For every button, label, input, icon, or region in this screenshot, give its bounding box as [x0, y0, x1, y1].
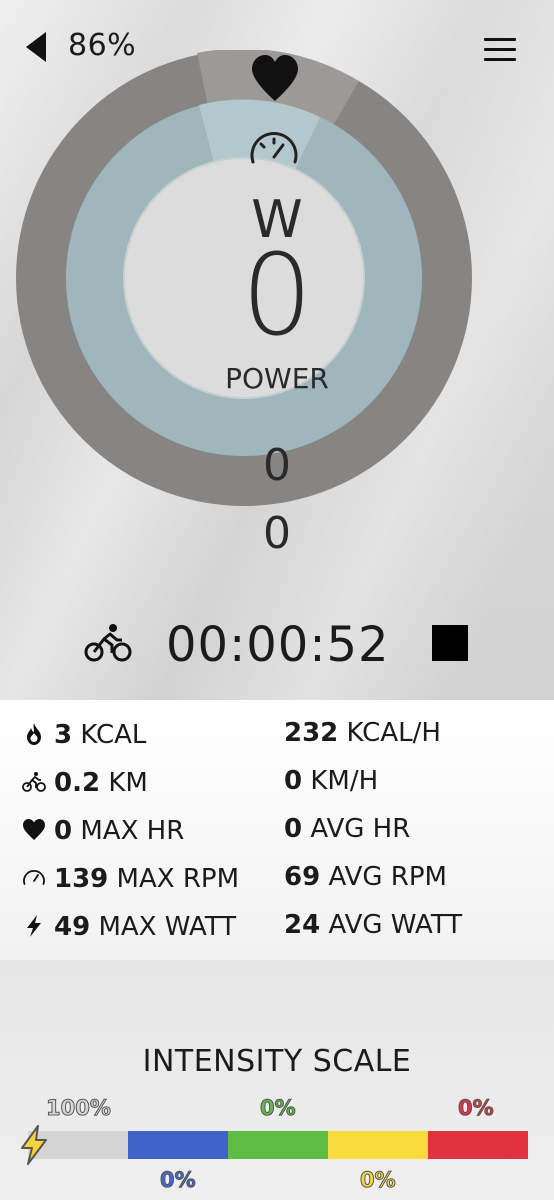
- stats-panel: 3 KCAL 0.2 KM 0 MAX HR 139 MAX RPM 49 MA…: [0, 700, 554, 960]
- stat-distance: 0.2 KM: [22, 768, 148, 798]
- stat-max-rpm: 139 MAX RPM: [22, 864, 239, 894]
- flame-icon: [27, 723, 41, 745]
- stat-kcal-per-hour: 232 KCAL/H: [284, 718, 441, 748]
- intensity-zone-4-percent: 0%: [360, 1168, 397, 1193]
- stat-max-hr: 0 MAX HR: [22, 816, 184, 846]
- stop-button[interactable]: [432, 625, 468, 661]
- power-value: 0: [241, 231, 313, 361]
- gauge-outer-value: 0: [263, 508, 291, 559]
- intensity-zone-1-percent: 100%: [46, 1096, 112, 1121]
- stat-speed: 0 KM/H: [284, 766, 379, 796]
- menu-icon[interactable]: [484, 38, 516, 62]
- bolt-icon: [27, 915, 41, 937]
- stat-max-watt: 49 MAX WATT: [22, 912, 236, 942]
- stat-avg-hr: 0 AVG HR: [284, 814, 411, 844]
- bike-icon: [84, 624, 132, 662]
- gauge-inner-value: 0: [263, 440, 291, 491]
- stat-avg-rpm: 69 AVG RPM: [284, 862, 447, 892]
- intensity-zone-3-percent: 0%: [260, 1096, 297, 1121]
- bike-icon: [22, 772, 46, 792]
- intensity-zone-2-percent: 0%: [160, 1168, 197, 1193]
- stat-kcal: 3 KCAL: [22, 720, 146, 750]
- speedometer-icon: [23, 870, 45, 885]
- bolt-icon: [21, 1125, 47, 1165]
- heart-icon: [23, 819, 45, 840]
- power-label: POWER: [225, 362, 329, 395]
- intensity-zone-5-bar: [428, 1131, 528, 1159]
- timer-row: 00:00:52: [0, 605, 554, 685]
- intensity-zone-3-bar: [228, 1131, 328, 1159]
- intensity-zone-4-bar: [328, 1131, 428, 1159]
- intensity-section: INTENSITY SCALE 100% 0% 0% 0% 0%: [0, 960, 554, 1200]
- intensity-zone-2-bar: [128, 1131, 228, 1159]
- stat-avg-watt: 24 AVG WATT: [284, 910, 463, 940]
- elapsed-timer: 00:00:52: [166, 617, 390, 673]
- intensity-title: INTENSITY SCALE: [142, 1044, 412, 1079]
- intensity-zone-5-percent: 0%: [458, 1096, 495, 1121]
